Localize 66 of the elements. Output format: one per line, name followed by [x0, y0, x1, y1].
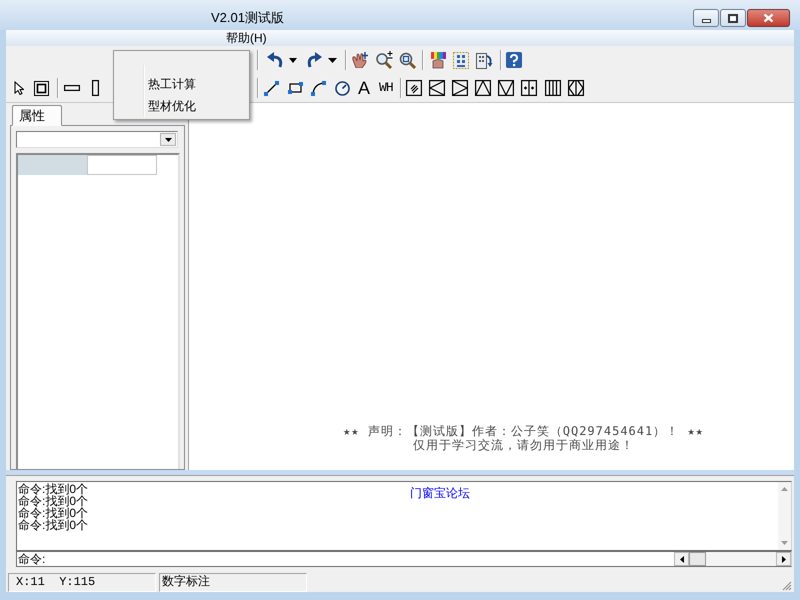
zoom-in-out-icon[interactable] — [375, 51, 393, 69]
caret-icon[interactable] — [164, 138, 172, 142]
split-pane-icon[interactable] — [520, 80, 537, 96]
menu-bar-item[interactable]: 帮助(H) — [225, 31, 268, 45]
forum-link[interactable]: 门窗宝论坛 — [410, 486, 470, 500]
dropdown-button[interactable] — [160, 133, 176, 146]
undo-icon[interactable] — [266, 52, 284, 68]
right-triangle-pane-icon[interactable] — [452, 80, 468, 96]
horizontal-bar-icon[interactable] — [64, 85, 80, 91]
log-line: 命令:找到0个 — [18, 507, 88, 519]
diamond-pane-icon[interactable] — [568, 80, 584, 96]
line-icon[interactable] — [264, 80, 279, 96]
vertical-scrollbar[interactable] — [778, 482, 791, 550]
arc-icon[interactable] — [311, 80, 326, 96]
double-square-icon[interactable] — [34, 80, 49, 96]
close-button[interactable] — [747, 9, 790, 27]
notice-text: 仅用于学习交流，请勿用于商业用途！ — [413, 438, 634, 452]
maximize-icon[interactable] — [728, 14, 738, 22]
close-icon[interactable] — [763, 13, 774, 23]
scroll-up-icon[interactable] — [781, 487, 788, 491]
grid-panel-icon[interactable] — [453, 52, 469, 68]
up-triangle-pane-icon[interactable] — [474, 80, 491, 96]
maximize-button[interactable] — [720, 9, 746, 27]
down-triangle-pane-icon[interactable] — [498, 80, 514, 96]
status-cell: 数字标注 — [159, 573, 307, 592]
minimize-button[interactable] — [693, 9, 719, 27]
door-arrow-icon[interactable] — [476, 52, 493, 68]
zoom-box-icon[interactable] — [399, 52, 416, 68]
scroll-down-icon[interactable] — [781, 541, 788, 545]
notice-text: ★★ 声明：【测试版】作者：公子笑（QQ297454641）！ ★★ — [343, 424, 704, 438]
horizontal-scrollbar[interactable] — [674, 552, 791, 566]
property-name-cell — [18, 155, 87, 175]
left-triangle-pane-icon[interactable] — [428, 80, 445, 96]
menu-item[interactable]: 热工计算 — [114, 73, 249, 95]
window-title: V2.01测试版 — [211, 10, 284, 26]
property-value-cell[interactable] — [87, 155, 157, 175]
command-input[interactable]: 命令: — [16, 550, 792, 567]
object-select[interactable] — [16, 131, 178, 148]
resize-grip-icon[interactable] — [781, 580, 792, 591]
redo-icon[interactable] — [306, 52, 322, 68]
minimize-icon[interactable] — [702, 18, 710, 22]
log-line: 命令:找到0个 — [18, 483, 88, 495]
mullion-pane-icon[interactable] — [544, 80, 561, 96]
dimension-tool-button[interactable]: WH — [379, 78, 393, 98]
color-palette-icon[interactable] — [430, 52, 447, 68]
vertical-bar-icon[interactable] — [92, 80, 99, 96]
command-prompt: 命令: — [17, 552, 46, 566]
menu-item[interactable]: 型材优化 — [114, 95, 249, 117]
scroll-right-button[interactable] — [776, 552, 791, 566]
scroll-left-icon[interactable] — [680, 556, 684, 562]
caret-icon[interactable] — [289, 58, 297, 62]
scroll-left-button[interactable] — [674, 552, 689, 566]
status-cell: X:11 Y:115 — [8, 573, 156, 592]
caret-icon[interactable] — [328, 58, 337, 62]
hatched-square-icon[interactable] — [406, 80, 422, 96]
cursor-icon[interactable] — [14, 81, 24, 95]
rectangle-icon[interactable] — [288, 82, 303, 94]
help-icon[interactable] — [506, 52, 522, 68]
log-line: 命令:找到0个 — [18, 519, 88, 531]
panel-tab[interactable]: 属性 — [12, 105, 62, 126]
text-tool-button[interactable]: A — [358, 78, 370, 98]
hand-pan-icon[interactable] — [351, 52, 369, 68]
log-line: 命令:找到0个 — [18, 495, 88, 507]
gauge-icon[interactable] — [335, 80, 350, 96]
scrollbar-thumb[interactable] — [689, 552, 706, 566]
scroll-right-icon[interactable] — [782, 556, 786, 562]
